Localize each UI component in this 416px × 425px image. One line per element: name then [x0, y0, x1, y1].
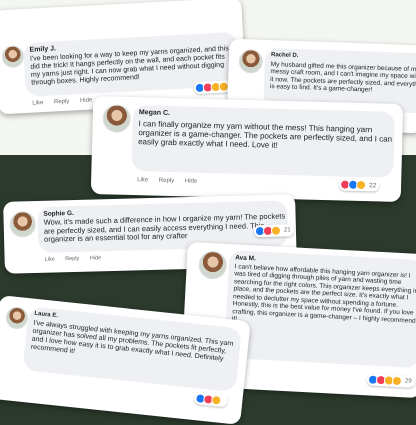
reaction-summary: 29 — [366, 373, 415, 388]
avatar — [4, 305, 29, 331]
haha-reaction-icon — [270, 225, 282, 236]
avatar — [1, 45, 25, 69]
reaction-count: 22 — [369, 181, 377, 189]
reaction-summary: 22 — [338, 178, 380, 192]
haha-reaction-icon — [210, 394, 222, 406]
commenter-name: Emily J. — [29, 45, 57, 54]
avatar — [9, 210, 37, 238]
comment-text: I can't believe how affordable this hang… — [232, 263, 416, 325]
reaction-summary — [193, 392, 228, 408]
avatar — [102, 104, 132, 133]
reply-link[interactable]: Reply — [54, 99, 70, 106]
like-link[interactable]: Like — [45, 257, 55, 263]
comment-card-megan: Megan C. I can finally organize my yarn … — [90, 95, 404, 203]
commenter-name: Megan C. — [138, 109, 171, 117]
wow-reaction-icon — [391, 375, 403, 387]
commenter-name: Rachel D. — [270, 52, 299, 60]
reaction-count: 29 — [404, 378, 412, 385]
hide-link[interactable]: Hide — [185, 178, 197, 184]
comment-actions: Like Reply Hide — [32, 97, 101, 107]
haha-reaction-icon — [355, 179, 367, 191]
comment-actions: Like Reply Hide — [137, 177, 206, 185]
commenter-name: Ava M. — [234, 254, 257, 263]
hide-link[interactable]: Hide — [90, 255, 101, 261]
like-link[interactable]: Like — [32, 100, 43, 107]
avatar — [198, 250, 228, 280]
comment-text: My husband gifted me this organizer beca… — [269, 61, 416, 95]
reaction-summary: 21 — [253, 224, 294, 238]
comment-actions: Like Reply Hide — [45, 255, 111, 263]
hide-link[interactable]: Hide — [80, 98, 93, 105]
reaction-count: 21 — [283, 227, 291, 234]
reply-link[interactable]: Reply — [159, 178, 174, 184]
avatar — [238, 48, 264, 74]
reply-link[interactable]: Reply — [65, 256, 79, 262]
like-link[interactable]: Like — [137, 177, 148, 183]
